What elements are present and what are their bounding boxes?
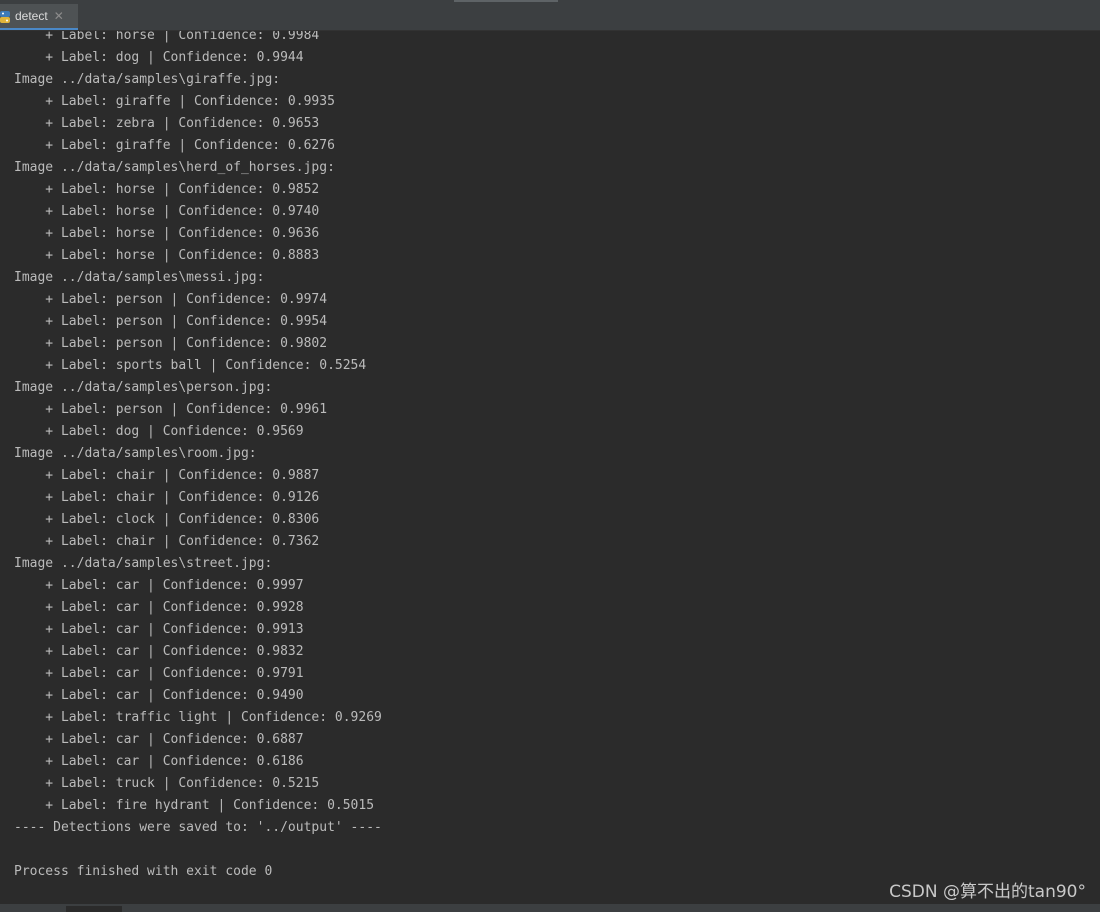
- console-line: + Label: fire hydrant | Confidence: 0.50…: [14, 798, 375, 813]
- console-line: + Label: truck | Confidence: 0.5215: [14, 776, 320, 791]
- console-line: Process finished with exit code 0: [14, 864, 273, 879]
- console-line: + Label: person | Confidence: 0.9961: [14, 402, 328, 417]
- console-line: + Label: sports ball | Confidence: 0.525…: [14, 358, 367, 373]
- console-line: + Label: traffic light | Confidence: 0.9…: [14, 710, 382, 725]
- console-line: + Label: car | Confidence: 0.9791: [14, 666, 304, 681]
- console-line: Image ../data/samples\street.jpg:: [14, 556, 273, 571]
- console-line: + Label: person | Confidence: 0.9802: [14, 336, 328, 351]
- console-lines: + Label: horse | Confidence: 0.9984 + La…: [14, 31, 382, 883]
- console-line: + Label: giraffe | Confidence: 0.6276: [14, 138, 335, 153]
- console-line: + Label: car | Confidence: 0.6887: [14, 732, 304, 747]
- console-output[interactable]: + Label: horse | Confidence: 0.9984 + La…: [0, 31, 1100, 904]
- console-line: + Label: chair | Confidence: 0.7362: [14, 534, 320, 549]
- run-tab-bar: detect ✕: [0, 4, 1100, 31]
- console-line: Image ../data/samples\room.jpg:: [14, 446, 257, 461]
- console-line: + Label: chair | Confidence: 0.9887: [14, 468, 320, 483]
- console-line: + Label: giraffe | Confidence: 0.9935: [14, 94, 335, 109]
- console-line: ---- Detections were saved to: '../outpu…: [14, 820, 382, 835]
- console-line: + Label: car | Confidence: 0.9490: [14, 688, 304, 703]
- console-line: + Label: car | Confidence: 0.9997: [14, 578, 304, 593]
- console-line: + Label: horse | Confidence: 0.9636: [14, 226, 320, 241]
- console-line: + Label: car | Confidence: 0.9928: [14, 600, 304, 615]
- console-line: + Label: horse | Confidence: 0.9740: [14, 204, 320, 219]
- run-tool-window: detect ✕ + Label: horse | Confidence: 0.…: [0, 0, 1100, 912]
- console-line: + Label: dog | Confidence: 0.9944: [14, 50, 304, 65]
- console-line: Image ../data/samples\messi.jpg:: [14, 270, 265, 285]
- console-line: + Label: car | Confidence: 0.9832: [14, 644, 304, 659]
- tab-detect-label: detect: [15, 9, 48, 23]
- close-icon[interactable]: ✕: [54, 3, 64, 29]
- console-line: Image ../data/samples\herd_of_horses.jpg…: [14, 160, 335, 175]
- watermark: CSDN @算不出的tan90°: [889, 882, 1086, 902]
- console-line: + Label: person | Confidence: 0.9954: [14, 314, 328, 329]
- console-line: + Label: person | Confidence: 0.9974: [14, 292, 328, 307]
- scrollbar-thumb[interactable]: [66, 906, 122, 912]
- console-line: Image ../data/samples\giraffe.jpg:: [14, 72, 281, 87]
- console-line: + Label: horse | Confidence: 0.8883: [14, 248, 320, 263]
- console-line: + Label: zebra | Confidence: 0.9653: [14, 116, 320, 131]
- console-line: + Label: clock | Confidence: 0.8306: [14, 512, 320, 527]
- python-icon: [0, 9, 10, 23]
- console-line: + Label: chair | Confidence: 0.9126: [14, 490, 320, 505]
- console-line: + Label: car | Confidence: 0.6186: [14, 754, 304, 769]
- console-line: + Label: dog | Confidence: 0.9569: [14, 424, 304, 439]
- tab-detect[interactable]: detect ✕: [0, 4, 78, 30]
- bottom-scrollbar[interactable]: [0, 904, 1100, 912]
- console-line: + Label: horse | Confidence: 0.9984: [14, 31, 320, 43]
- console-line: + Label: car | Confidence: 0.9913: [14, 622, 304, 637]
- console-line: Image ../data/samples\person.jpg:: [14, 380, 273, 395]
- console-line: + Label: horse | Confidence: 0.9852: [14, 182, 320, 197]
- title-strip-mark: [454, 0, 558, 2]
